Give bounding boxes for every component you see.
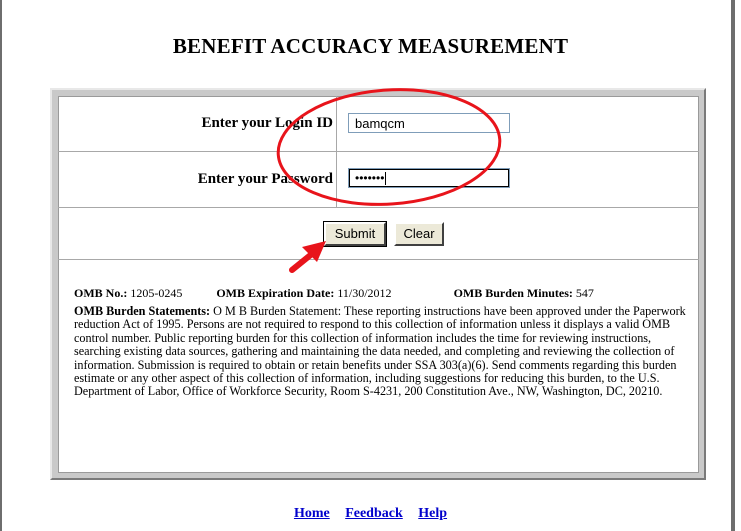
form-column-divider xyxy=(336,96,337,208)
login-id-label: Enter your Login ID xyxy=(201,115,333,131)
omb-number-value: 1205-0245 xyxy=(130,286,183,300)
footer-nav: Home Feedback Help xyxy=(0,506,741,522)
submit-button[interactable]: Submit xyxy=(323,221,387,247)
omb-number-label: OMB No.: xyxy=(74,286,128,300)
omb-burden-statement: OMB Burden Statements: O M B Burden Stat… xyxy=(74,304,690,399)
clear-button[interactable]: Clear xyxy=(394,222,444,246)
password-label: Enter your Password xyxy=(197,171,333,187)
omb-statement-text: O M B Burden Statement: These reporting … xyxy=(74,304,686,399)
password-value: ••••••• xyxy=(355,171,385,185)
footer-link-home[interactable]: Home xyxy=(294,506,330,521)
footer-link-help[interactable]: Help xyxy=(418,506,447,521)
form-divider xyxy=(58,151,699,152)
omb-burden-minutes-value: 547 xyxy=(575,286,594,300)
omb-expiration-value: 11/30/2012 xyxy=(337,286,392,300)
form-divider xyxy=(58,259,699,260)
login-id-input[interactable]: bamqcm xyxy=(348,113,510,133)
login-form xyxy=(58,96,699,473)
omb-burden-minutes-label: OMB Burden Minutes: xyxy=(453,286,573,300)
footer-link-feedback[interactable]: Feedback xyxy=(345,506,403,521)
form-divider xyxy=(58,207,699,208)
password-input[interactable]: ••••••• xyxy=(348,168,510,188)
omb-expiration-label: OMB Expiration Date: xyxy=(216,286,335,300)
omb-info-line: OMB No.: 1205-0245 OMB Expiration Date: … xyxy=(74,286,694,301)
omb-statement-label: OMB Burden Statements: xyxy=(74,304,211,318)
page-title: BENEFIT ACCURACY MEASUREMENT xyxy=(172,34,569,58)
text-caret xyxy=(385,172,387,186)
